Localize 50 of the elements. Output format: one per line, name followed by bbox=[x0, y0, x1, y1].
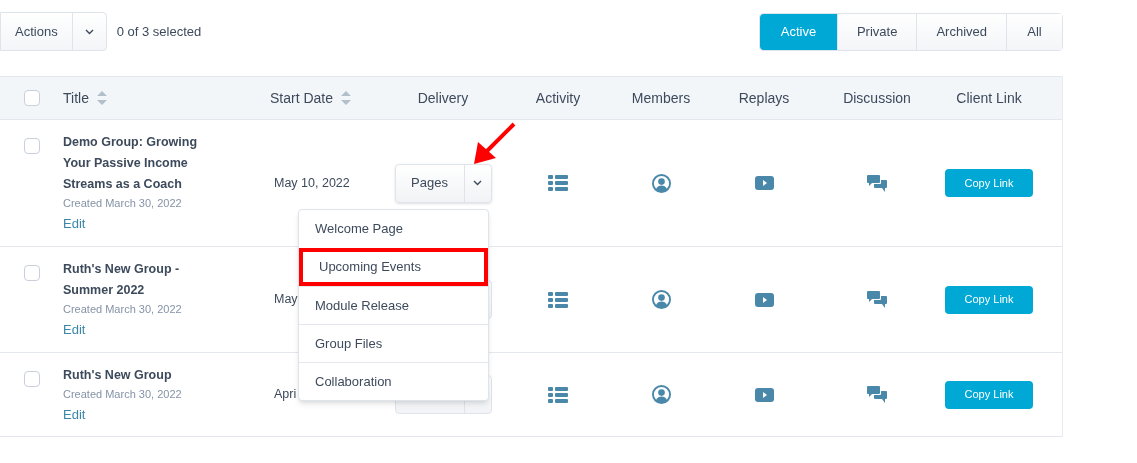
list-icon[interactable] bbox=[548, 291, 568, 308]
chevron-down-icon bbox=[473, 180, 482, 186]
group-title: Ruth's New Group - Summer 2022 bbox=[63, 261, 181, 299]
checkbox[interactable] bbox=[24, 90, 40, 106]
checkbox[interactable] bbox=[24, 371, 40, 387]
column-header: Discussion bbox=[843, 88, 911, 108]
menu-item[interactable]: Upcoming Events bbox=[299, 248, 488, 286]
video-play-icon[interactable] bbox=[754, 387, 774, 402]
menu-item[interactable]: Collaboration bbox=[299, 362, 488, 400]
edit-link[interactable]: Edit bbox=[63, 319, 86, 339]
list-icon[interactable] bbox=[548, 386, 568, 403]
chat-bubbles-icon[interactable] bbox=[867, 290, 887, 309]
column-header: Title bbox=[63, 88, 89, 108]
edit-link[interactable]: Edit bbox=[63, 213, 86, 233]
edit-link[interactable]: Edit bbox=[63, 404, 86, 424]
chat-bubbles-icon[interactable] bbox=[867, 385, 887, 404]
created-date: Created March 30, 2022 bbox=[63, 387, 182, 402]
delivery-dropdown[interactable]: Pages bbox=[394, 163, 492, 203]
column-header: Activity bbox=[535, 88, 581, 108]
checkbox[interactable] bbox=[24, 265, 40, 281]
user-circle-icon[interactable] bbox=[651, 385, 671, 404]
created-date: Created March 30, 2022 bbox=[63, 302, 182, 317]
menu-item[interactable]: Group Files bbox=[299, 324, 488, 362]
video-play-icon[interactable] bbox=[754, 176, 774, 190]
created-date: Created March 30, 2022 bbox=[63, 196, 182, 211]
start-date: May bbox=[274, 291, 298, 309]
start-date: May 10, 2022 bbox=[274, 174, 350, 192]
column-header: Delivery bbox=[417, 88, 469, 108]
menu-item[interactable]: Module Release bbox=[299, 286, 488, 324]
user-circle-icon[interactable] bbox=[651, 173, 671, 193]
actions-dropdown[interactable]: Actions bbox=[0, 12, 107, 51]
filter-tab[interactable]: All bbox=[1006, 13, 1062, 50]
filter-tab[interactable]: Archived bbox=[916, 13, 1006, 50]
arrow-annotation bbox=[472, 122, 516, 166]
column-header: Members bbox=[631, 88, 691, 108]
group-title: Ruth's New Group bbox=[63, 367, 172, 384]
start-date: Apri bbox=[274, 386, 297, 404]
menu-item[interactable]: Welcome Page bbox=[299, 210, 488, 248]
group-title: Demo Group: Growing Your Passive Income Streams as a Coach bbox=[63, 134, 199, 193]
column-header: Replays bbox=[738, 88, 790, 108]
chat-bubbles-icon[interactable] bbox=[867, 173, 887, 193]
filter-tab[interactable]: Private bbox=[836, 13, 917, 50]
column-header: Start Date bbox=[270, 88, 334, 108]
selection-count: 0 of 3 selected bbox=[116, 22, 202, 41]
chevron-down-icon bbox=[84, 28, 94, 35]
column-header: Client Link bbox=[956, 88, 1022, 108]
checkbox[interactable] bbox=[24, 138, 40, 154]
video-play-icon[interactable] bbox=[754, 292, 774, 307]
user-circle-icon[interactable] bbox=[651, 290, 671, 309]
list-icon[interactable] bbox=[548, 175, 568, 191]
